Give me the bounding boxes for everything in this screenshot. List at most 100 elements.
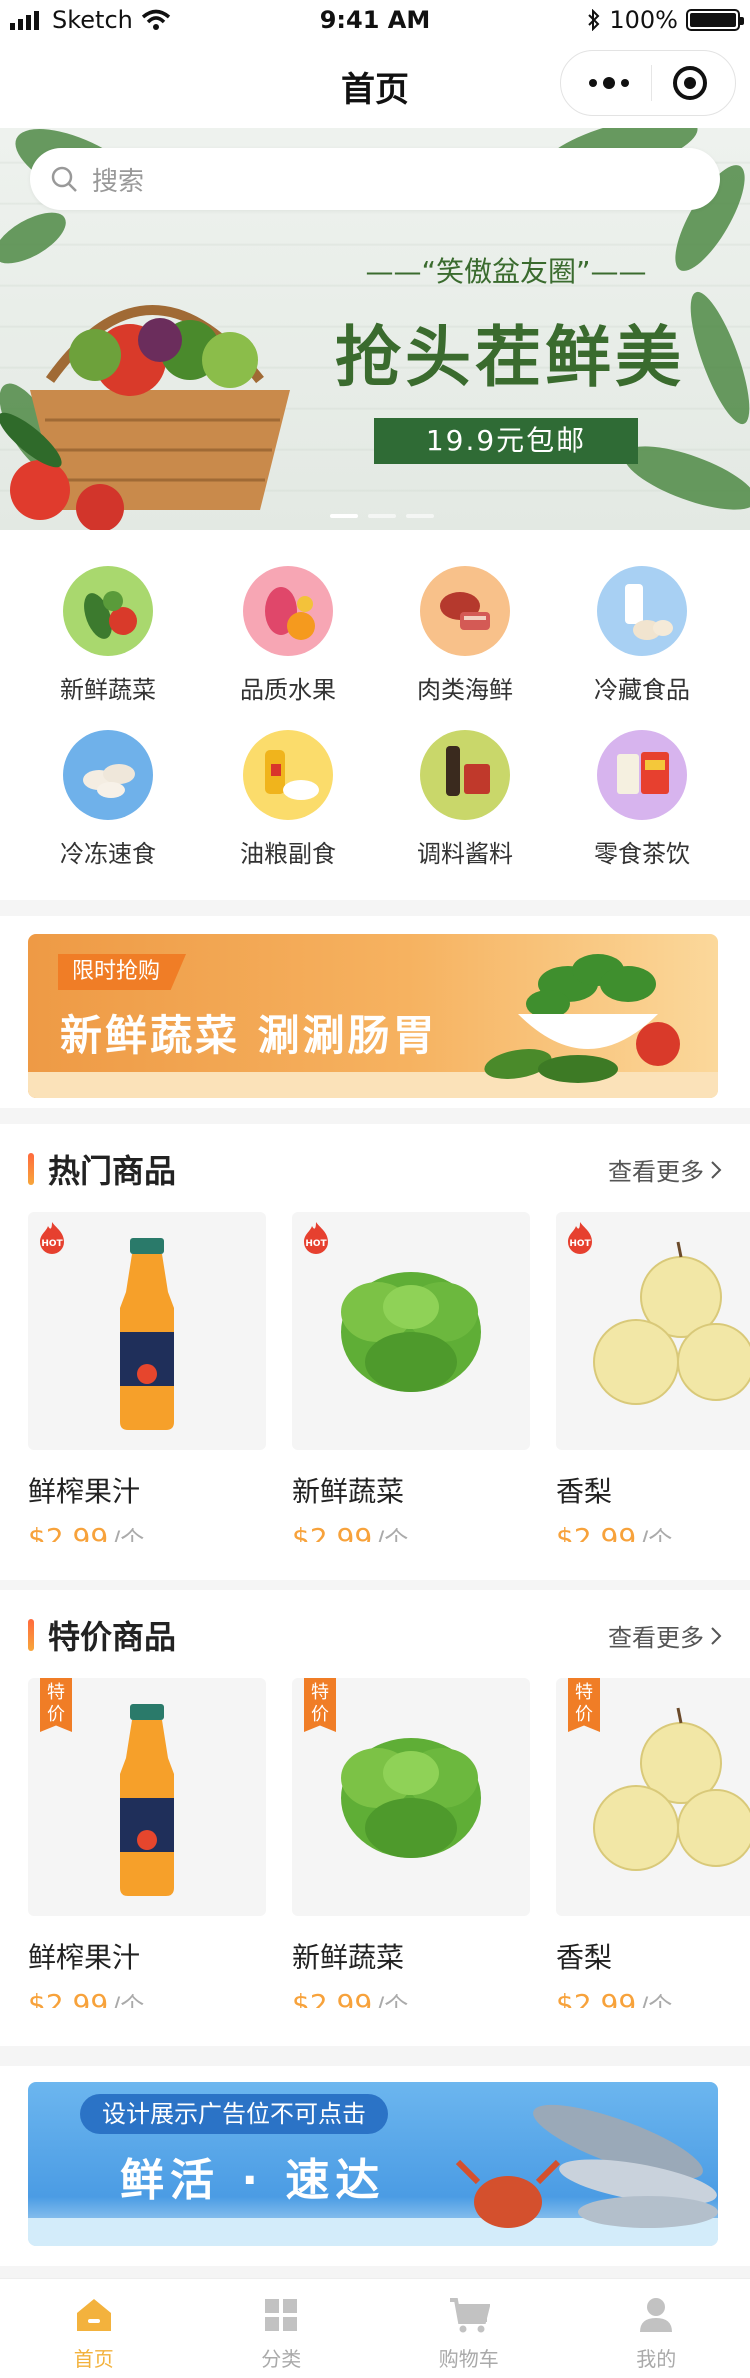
view-more-link[interactable]: 查看更多 [608,1152,722,1187]
section-accent-bar [28,1153,34,1185]
search-bar[interactable]: 搜索 [30,148,720,210]
category-label: 肉类海鲜 [417,676,513,704]
product-card[interactable]: HOT 香梨 $2.99/个 [556,1212,750,1542]
tab-label: 我的 [636,2347,677,2371]
section-header: 热门商品 [28,1146,176,1192]
promo-banner[interactable]: 限时抢购 新鲜蔬菜 涮涮肠胃 [28,934,718,1098]
condiments-icon [420,730,510,820]
product-image: HOT [28,1212,266,1450]
chevron-right-icon [711,1160,722,1179]
view-more-label: 查看更多 [608,1158,704,1186]
grain-oil-icon [243,730,333,820]
view-more-label: 查看更多 [608,1624,704,1652]
category-grain-oil[interactable]: 油粮副食 [198,730,378,869]
product-name: 鲜榨果汁 [28,1475,141,1508]
category-grid: 新鲜蔬菜 品质水果 肉类海鲜 冷藏食品 冷冻速食 油粮副食 调料酱料 零食茶饮 [0,530,750,900]
category-meat-seafood[interactable]: 肉类海鲜 [375,566,555,705]
tab-label: 分类 [261,2347,302,2371]
section-header: 特价商品 [28,1612,176,1658]
product-card[interactable]: HOT 鲜榨果汁 $2.99/个 [28,1212,266,1542]
page: Sketch 9:41 AM 100% 首页 搜索 ——“笑傲盆友圈”—— 抢头… [0,0,750,2378]
pear-icon [593,1241,750,1405]
category-label: 品质水果 [240,676,336,704]
battery-percent: 100% [609,6,678,34]
product-image: 特价 [292,1678,530,1916]
meat-seafood-icon [420,566,510,656]
special-badge: 特价 [304,1678,336,1732]
product-card[interactable]: 特价 香梨 $2.99/个 [556,1678,750,2008]
price-unit: /个 [640,1526,673,1542]
product-card[interactable]: HOT 新鲜蔬菜 $2.99/个 [292,1212,530,1542]
ad-section: 设计展示广告位不可点击 鲜活 · 速达 [0,2066,750,2266]
lettuce-icon [341,1272,481,1392]
product-price: $2.99/个 [28,1520,266,1542]
tab-bar: 首页 分类 购物车 我的 [0,2278,750,2378]
tab-profile[interactable]: 我的 [563,2279,750,2378]
product-price: $2.99/个 [28,1986,266,2008]
product-image: HOT [292,1212,530,1450]
tab-cart[interactable]: 购物车 [375,2279,563,2378]
tab-category[interactable]: 分类 [188,2279,376,2378]
product-scroll-list[interactable]: 特价 鲜榨果汁 $2.99/个 特价 新鲜蔬菜 $2.99 /个 特价 香梨 $… [0,1678,750,2008]
more-menu-icon[interactable] [589,77,629,89]
category-snacks[interactable]: 零食茶饮 [552,730,732,869]
ad-banner: 设计展示广告位不可点击 鲜活 · 速达 [28,2082,718,2246]
category-condiments[interactable]: 调料酱料 [375,730,555,869]
view-more-link[interactable]: 查看更多 [608,1618,722,1653]
price-unit: /个 [640,1992,673,2008]
product-card[interactable]: 特价 鲜榨果汁 $2.99/个 [28,1678,266,2008]
product-price: $2.99/个 [556,1520,750,1542]
category-fruit[interactable]: 品质水果 [198,566,378,705]
mini-program-capsule [560,50,736,116]
indicator-dot[interactable] [368,514,396,518]
section-title: 特价商品 [48,1618,177,1656]
price-value: $2.99 [28,1988,109,2008]
product-price: $2.99/个 [292,1520,530,1542]
special-products-section: 特价商品 查看更多 特价 鲜榨果汁 $2.99/个 特价 新鲜蔬菜 $2.99 … [0,1590,750,2046]
home-icon [0,2293,188,2337]
promo-tag: 限时抢购 [58,954,187,990]
seafood-icon [455,2104,718,2228]
hot-products-section: 热门商品 查看更多 HOT 鲜榨果汁 $2.99/个 HOT 新鲜蔬菜 $2.9… [0,1124,750,1580]
vegetables-icon [63,566,153,656]
battery-fill [690,13,736,27]
battery-icon [686,9,744,31]
salad-bowl-icon [484,954,680,1083]
banner-price-badge: 19.9元包邮 [374,418,638,464]
category-refrigerated[interactable]: 冷藏食品 [552,566,732,705]
price-value: $2.99 [28,1522,109,1542]
tab-label: 购物车 [438,2347,499,2371]
product-price: $2.99/个 [556,1986,750,2008]
banner-subtitle: ——“笑傲盆友圈”—— [365,255,647,288]
search-placeholder: 搜索 [92,166,145,197]
price-unit: /个 [376,1992,409,2008]
indicator-dot[interactable] [406,514,434,518]
price-unit: /个 [112,1526,145,1542]
juice-bottle-icon [120,1238,174,1430]
product-name: 新鲜蔬菜 [292,1941,405,1974]
product-name: 鲜榨果汁 [28,1941,141,1974]
user-icon [563,2293,750,2337]
product-scroll-list[interactable]: HOT 鲜榨果汁 $2.99/个 HOT 新鲜蔬菜 $2.99 /个 HOT 香… [0,1212,750,1542]
special-badge: 特价 [568,1678,600,1732]
promo-text: 新鲜蔬菜 涮涮肠胃 [60,1011,438,1060]
close-mini-program-icon[interactable] [673,66,707,100]
category-vegetables[interactable]: 新鲜蔬菜 [18,566,198,705]
category-label: 冷藏食品 [594,676,690,704]
category-label: 零食茶饮 [594,840,690,868]
hero-banner[interactable]: 搜索 ——“笑傲盆友圈”—— 抢头茬鲜美 19.9元包邮 [0,128,750,530]
status-bar: Sketch 9:41 AM 100% [0,0,750,40]
product-name: 香梨 [556,1475,613,1508]
tab-home[interactable]: 首页 [0,2279,188,2378]
category-grid-icon [188,2293,376,2337]
category-frozen[interactable]: 冷冻速食 [18,730,198,869]
price-value: $2.99 [292,1522,373,1542]
category-label: 油粮副食 [240,840,336,868]
ad-headline: 鲜活 · 速达 [120,2155,386,2206]
product-image: HOT [556,1212,750,1450]
indicator-dot[interactable] [330,514,358,518]
chevron-right-icon [711,1626,722,1645]
navigation-bar: 首页 [0,40,750,128]
product-card[interactable]: 特价 新鲜蔬菜 $2.99/个 [292,1678,530,2008]
price-unit: /个 [112,1992,145,2008]
